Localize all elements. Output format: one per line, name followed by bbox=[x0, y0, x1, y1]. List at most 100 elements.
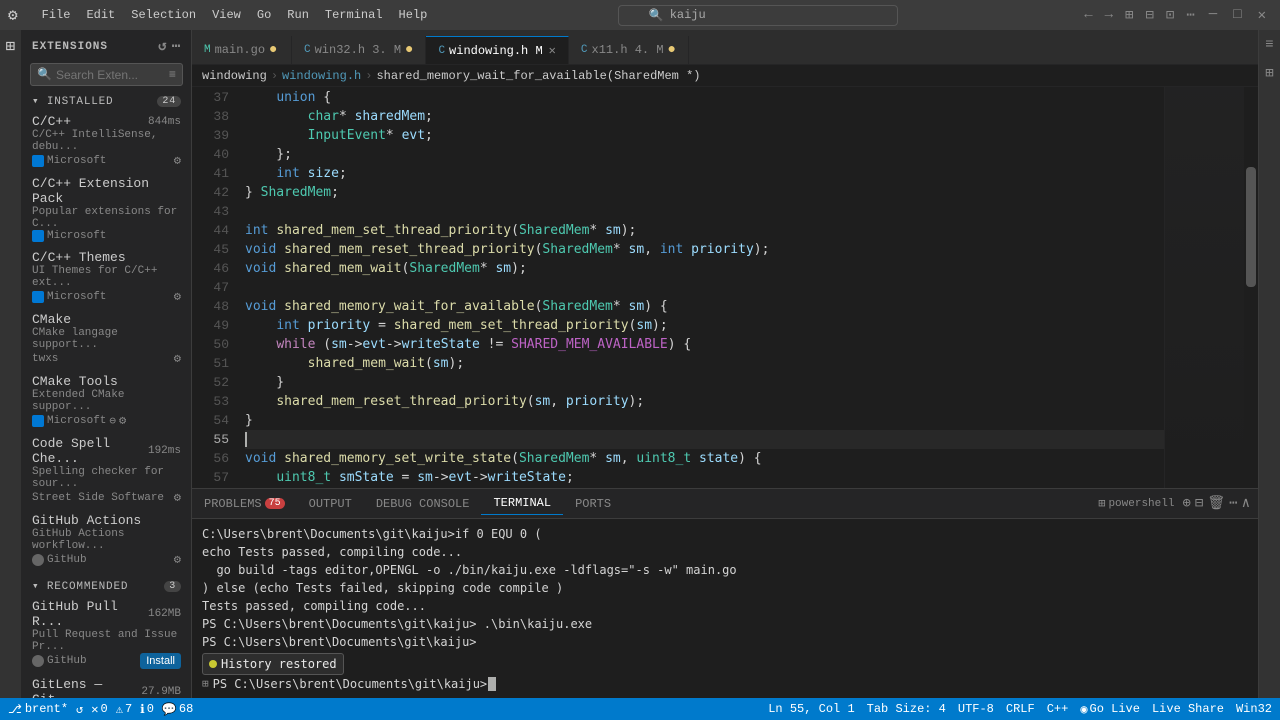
collapse-panel-icon[interactable]: ∧ bbox=[1242, 495, 1250, 512]
install-button[interactable]: Install bbox=[140, 653, 181, 669]
code-content[interactable]: union { char* sharedMem; InputEvent* evt… bbox=[237, 87, 1164, 488]
tabs-bar: M main.go ● C win32.h 3. M ● C windowing… bbox=[192, 30, 1258, 65]
search-ext-input[interactable] bbox=[56, 68, 165, 82]
editor-area: M main.go ● C win32.h 3. M ● C windowing… bbox=[192, 30, 1258, 698]
terminal-prompt-line: ⊞ PS C:\Users\brent\Documents\git\kaiju> bbox=[202, 675, 1248, 693]
list-item[interactable]: GitHub Pull R... 162MB Pull Request and … bbox=[22, 595, 191, 673]
menu-file[interactable]: File bbox=[34, 6, 79, 24]
tab-ports[interactable]: PORTS bbox=[563, 493, 623, 515]
code-line: } SharedMem; bbox=[245, 183, 1164, 202]
menu-go[interactable]: Go bbox=[249, 6, 279, 24]
live-icon: ◉ bbox=[1080, 702, 1087, 717]
list-item[interactable]: C/C++ 844ms C/C++ IntelliSense, debu... … bbox=[22, 110, 191, 172]
modified-dot: ● bbox=[269, 42, 277, 58]
more-sidebar-icon[interactable]: ⋯ bbox=[172, 38, 181, 55]
menu-edit[interactable]: Edit bbox=[78, 6, 123, 24]
language-status[interactable]: C++ bbox=[1047, 702, 1069, 716]
gear-icon[interactable]: ⚙ bbox=[174, 289, 181, 304]
menu-selection[interactable]: Selection bbox=[123, 6, 204, 24]
branch-status[interactable]: ⎇ brent* bbox=[8, 702, 68, 717]
live-share-status[interactable]: Live Share bbox=[1152, 702, 1224, 716]
encoding-status[interactable]: UTF-8 bbox=[958, 702, 994, 716]
errors-status[interactable]: ✕ 0 bbox=[91, 702, 107, 717]
installed-section-header[interactable]: ▾ INSTALLED 24 bbox=[22, 90, 191, 110]
breadcrumb-windowing[interactable]: windowing bbox=[202, 69, 267, 83]
status-right: Ln 55, Col 1 Tab Size: 4 UTF-8 CRLF C++ … bbox=[768, 702, 1272, 717]
powershell-icon: ⊞ bbox=[1098, 496, 1105, 511]
gh-logo bbox=[32, 655, 44, 667]
list-item[interactable]: C/C++ Extension Pack Popular extensions … bbox=[22, 172, 191, 246]
tab-terminal[interactable]: TERMINAL bbox=[481, 492, 563, 515]
list-item[interactable]: Code Spell Che... 192ms Spelling checker… bbox=[22, 432, 191, 509]
split-icon[interactable]: ⊟ bbox=[1141, 5, 1157, 26]
modified-dot: ● bbox=[405, 42, 413, 58]
code-line: void shared_memory_wait_for_available(Sh… bbox=[245, 297, 1164, 316]
code-line-active bbox=[245, 430, 1164, 449]
menu-terminal[interactable]: Terminal bbox=[317, 6, 391, 24]
right-icon-1[interactable]: ≡ bbox=[1262, 34, 1276, 56]
extensions-activity-icon[interactable]: ⊞ bbox=[6, 36, 16, 56]
list-item[interactable]: CMake CMake langage support... twxs ⚙ bbox=[22, 308, 191, 370]
chat-status[interactable]: 💬 68 bbox=[162, 702, 193, 717]
search-icon: 🔍 bbox=[649, 8, 664, 23]
gear-icon[interactable]: ⚙ bbox=[119, 413, 126, 428]
gear-icon[interactable]: ⚙ bbox=[174, 153, 181, 168]
error-icon: ✕ bbox=[91, 702, 98, 717]
code-editor[interactable]: 37 38 39 40 41 42 43 44 45 46 47 48 49 5… bbox=[192, 87, 1258, 488]
trash-icon[interactable]: 🗑 bbox=[1207, 495, 1225, 512]
position-status[interactable]: Ln 55, Col 1 bbox=[768, 702, 854, 716]
recommended-section-header[interactable]: ▾ RECOMMENDED 3 bbox=[22, 571, 191, 595]
layout-icon[interactable]: ⊞ bbox=[1121, 5, 1137, 26]
tab-windowing-h[interactable]: C windowing.h M ✕ bbox=[426, 36, 568, 64]
terminal-content[interactable]: C:\Users\brent\Documents\git\kaiju>if 0 … bbox=[192, 519, 1258, 698]
nav-forward-button[interactable]: → bbox=[1101, 5, 1117, 25]
tab-win32-h[interactable]: C win32.h 3. M ● bbox=[292, 36, 426, 64]
info-status[interactable]: ℹ 0 bbox=[140, 702, 154, 717]
go-live-status[interactable]: ◉ Go Live bbox=[1080, 702, 1140, 717]
code-line: int shared_mem_set_thread_priority(Share… bbox=[245, 221, 1164, 240]
more-terminal-icon[interactable]: ⋯ bbox=[1229, 495, 1237, 512]
restore-button[interactable]: □ bbox=[1227, 5, 1247, 25]
modified-dot: ● bbox=[668, 42, 676, 58]
warnings-status[interactable]: ⚠ 7 bbox=[116, 702, 132, 717]
tab-debug-console[interactable]: DEBUG CONSOLE bbox=[364, 493, 482, 515]
line-numbers: 37 38 39 40 41 42 43 44 45 46 47 48 49 5… bbox=[192, 87, 237, 488]
code-line: } bbox=[245, 411, 1164, 430]
breadcrumb-windowing-h[interactable]: windowing.h bbox=[282, 69, 361, 83]
line-ending-status[interactable]: CRLF bbox=[1006, 702, 1035, 716]
minimize-button[interactable]: ─ bbox=[1203, 5, 1223, 25]
gear-icon[interactable]: ⚙ bbox=[174, 490, 181, 505]
add-terminal-icon[interactable]: ⊕ bbox=[1182, 495, 1190, 512]
tab-main-go[interactable]: M main.go ● bbox=[192, 36, 292, 64]
refresh-icon[interactable]: ↺ bbox=[158, 38, 167, 55]
split-terminal-icon[interactable]: ⊟ bbox=[1195, 495, 1203, 512]
tab-problems[interactable]: PROBLEMS 75 bbox=[192, 493, 297, 515]
more-icon[interactable]: ⋯ bbox=[1182, 5, 1198, 26]
code-line: shared_mem_reset_thread_priority(sm, pri… bbox=[245, 392, 1164, 411]
list-item[interactable]: CMake Tools Extended CMake suppor... Mic… bbox=[22, 370, 191, 432]
disable-icon[interactable]: ⊖ bbox=[109, 414, 116, 428]
list-item[interactable]: C/C++ Themes UI Themes for C/C++ ext... … bbox=[22, 246, 191, 308]
list-item[interactable]: GitHub Actions GitHub Actions workflow..… bbox=[22, 509, 191, 571]
grid-icon[interactable]: ⊡ bbox=[1162, 5, 1178, 26]
close-button[interactable]: ✕ bbox=[1252, 5, 1272, 26]
list-item[interactable]: GitLens — Git... 27.9MB Supercharge Git … bbox=[22, 673, 191, 698]
breadcrumb-function[interactable]: shared_memory_wait_for_available(SharedM… bbox=[376, 69, 700, 83]
sync-status[interactable]: ↺ bbox=[76, 702, 83, 717]
gear-icon[interactable]: ⚙ bbox=[174, 552, 181, 567]
tab-size-status[interactable]: Tab Size: 4 bbox=[867, 702, 946, 716]
right-icon-2[interactable]: ⊞ bbox=[1262, 62, 1276, 85]
tab-output[interactable]: OUTPUT bbox=[297, 493, 364, 515]
tab-close-button[interactable]: ✕ bbox=[549, 43, 556, 58]
filter-ext-icon[interactable]: ≡ bbox=[169, 68, 176, 82]
tab-x11-h[interactable]: C x11.h 4. M ● bbox=[569, 36, 689, 64]
menu-bar: File Edit Selection View Go Run Terminal… bbox=[34, 6, 436, 24]
wininfo-status[interactable]: Win32 bbox=[1236, 702, 1272, 716]
scrollbar[interactable] bbox=[1244, 87, 1258, 488]
gear-icon[interactable]: ⚙ bbox=[174, 351, 181, 366]
menu-view[interactable]: View bbox=[204, 6, 249, 24]
menu-help[interactable]: Help bbox=[391, 6, 436, 24]
nav-back-button[interactable]: ← bbox=[1080, 5, 1096, 25]
title-search-input[interactable]: kaiju bbox=[670, 8, 706, 22]
menu-run[interactable]: Run bbox=[279, 6, 317, 24]
